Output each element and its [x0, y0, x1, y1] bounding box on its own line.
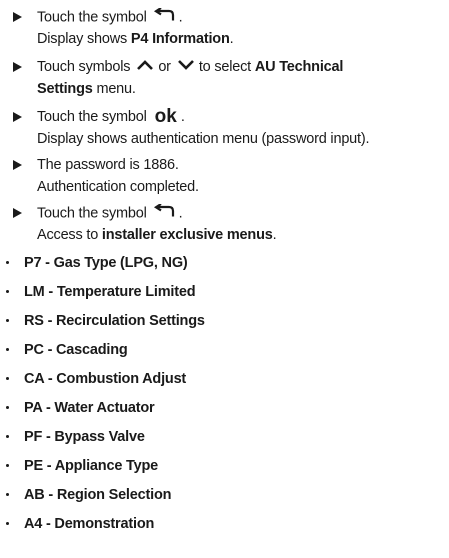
menu-name: P4 Information: [130, 31, 230, 47]
step-arrow-icon: [13, 208, 22, 218]
list-item: AB - Region Selection: [0, 485, 449, 505]
step-text: .: [180, 109, 185, 125]
step-text: The password is 1886.: [37, 157, 179, 173]
instruction-document: Touch the symbol. Display shows P4 Infor…: [0, 0, 449, 558]
step-text: Touch the symbol: [37, 9, 147, 26]
back-arrow-icon: [153, 7, 175, 27]
step-text: Touch the symbol: [37, 109, 147, 125]
list-item-label: P7 - Gas Type (LPG, NG): [24, 255, 188, 271]
step-text: or: [158, 59, 171, 75]
step-5-line-2: Access to installer exclusive menus.: [37, 226, 277, 244]
step-arrow-icon: [13, 160, 22, 170]
step-1-line-2: Display shows P4 Information.: [37, 30, 234, 48]
list-item: RS - Recirculation Settings: [0, 311, 449, 331]
step-text: .: [178, 9, 183, 26]
step-4-line-2: Authentication completed.: [37, 178, 199, 196]
list-item-label: PC - Cascading: [24, 342, 128, 358]
list-item: CA - Combustion Adjust: [0, 369, 449, 389]
bullet-dot: [6, 377, 9, 380]
bullet-dot: [6, 464, 9, 467]
bullet-dot: [6, 348, 9, 351]
chevron-up-icon: [136, 58, 154, 76]
list-item-label: PA - Water Actuator: [24, 400, 155, 416]
step-text: .: [229, 31, 234, 47]
bullet-dot: [6, 406, 9, 409]
list-item-label: PF - Bypass Valve: [24, 429, 145, 445]
step-2-line-2: Settings menu.: [37, 80, 136, 98]
list-item-label: LM - Temperature Limited: [24, 284, 196, 300]
bullet-dot: [6, 435, 9, 438]
bullet-dot: [6, 522, 9, 525]
step-3-line-2: Display shows authentication menu (passw…: [37, 130, 370, 148]
list-item: A4 - Demonstration: [0, 514, 449, 534]
menu-name: AU Technical: [254, 59, 344, 75]
step-arrow-icon: [13, 12, 22, 22]
step-text: Display shows: [37, 31, 131, 47]
step-3-line-1: Touch the symbol ok.: [37, 106, 185, 127]
bullet-dot: [6, 493, 9, 496]
step-text: menu.: [92, 81, 136, 97]
step-arrow-icon: [13, 112, 22, 122]
step-text: to select: [198, 59, 255, 75]
back-arrow-icon: [153, 203, 175, 223]
step-text: .: [178, 205, 183, 222]
step-5-line-1: Touch the symbol.: [37, 203, 183, 223]
list-item-label: AB - Region Selection: [24, 487, 172, 503]
ok-symbol: ok: [154, 106, 177, 127]
list-item: PC - Cascading: [0, 340, 449, 360]
step-text: Touch the symbol: [37, 205, 147, 222]
step-text: .: [272, 227, 277, 243]
bullet-dot: [6, 319, 9, 322]
menu-name: Settings: [37, 81, 93, 97]
list-item-label: CA - Combustion Adjust: [24, 371, 187, 387]
step-text: Display shows authentication menu (passw…: [37, 131, 370, 147]
list-item: PA - Water Actuator: [0, 398, 449, 418]
step-2-line-1: Touch symbols or to select AU Technical: [37, 58, 343, 76]
list-item: PE - Appliance Type: [0, 456, 449, 476]
step-arrow-icon: [13, 62, 22, 72]
list-item-label: RS - Recirculation Settings: [24, 313, 205, 329]
list-item: PF - Bypass Valve: [0, 427, 449, 447]
bullet-dot: [6, 261, 9, 264]
bullet-dot: [6, 290, 9, 293]
list-item: P7 - Gas Type (LPG, NG): [0, 253, 449, 273]
list-item: LM - Temperature Limited: [0, 282, 449, 302]
step-text: Authentication completed.: [37, 179, 199, 195]
step-1-line-1: Touch the symbol.: [37, 7, 183, 27]
list-item-label: A4 - Demonstration: [24, 516, 155, 532]
step-text: Access to: [37, 227, 102, 243]
chevron-down-icon: [177, 58, 195, 76]
step-4-line-1: The password is 1886.: [37, 156, 179, 174]
list-item-label: PE - Appliance Type: [24, 458, 158, 474]
step-text: Touch symbols: [37, 59, 131, 75]
menu-name: installer exclusive menus: [101, 227, 273, 243]
